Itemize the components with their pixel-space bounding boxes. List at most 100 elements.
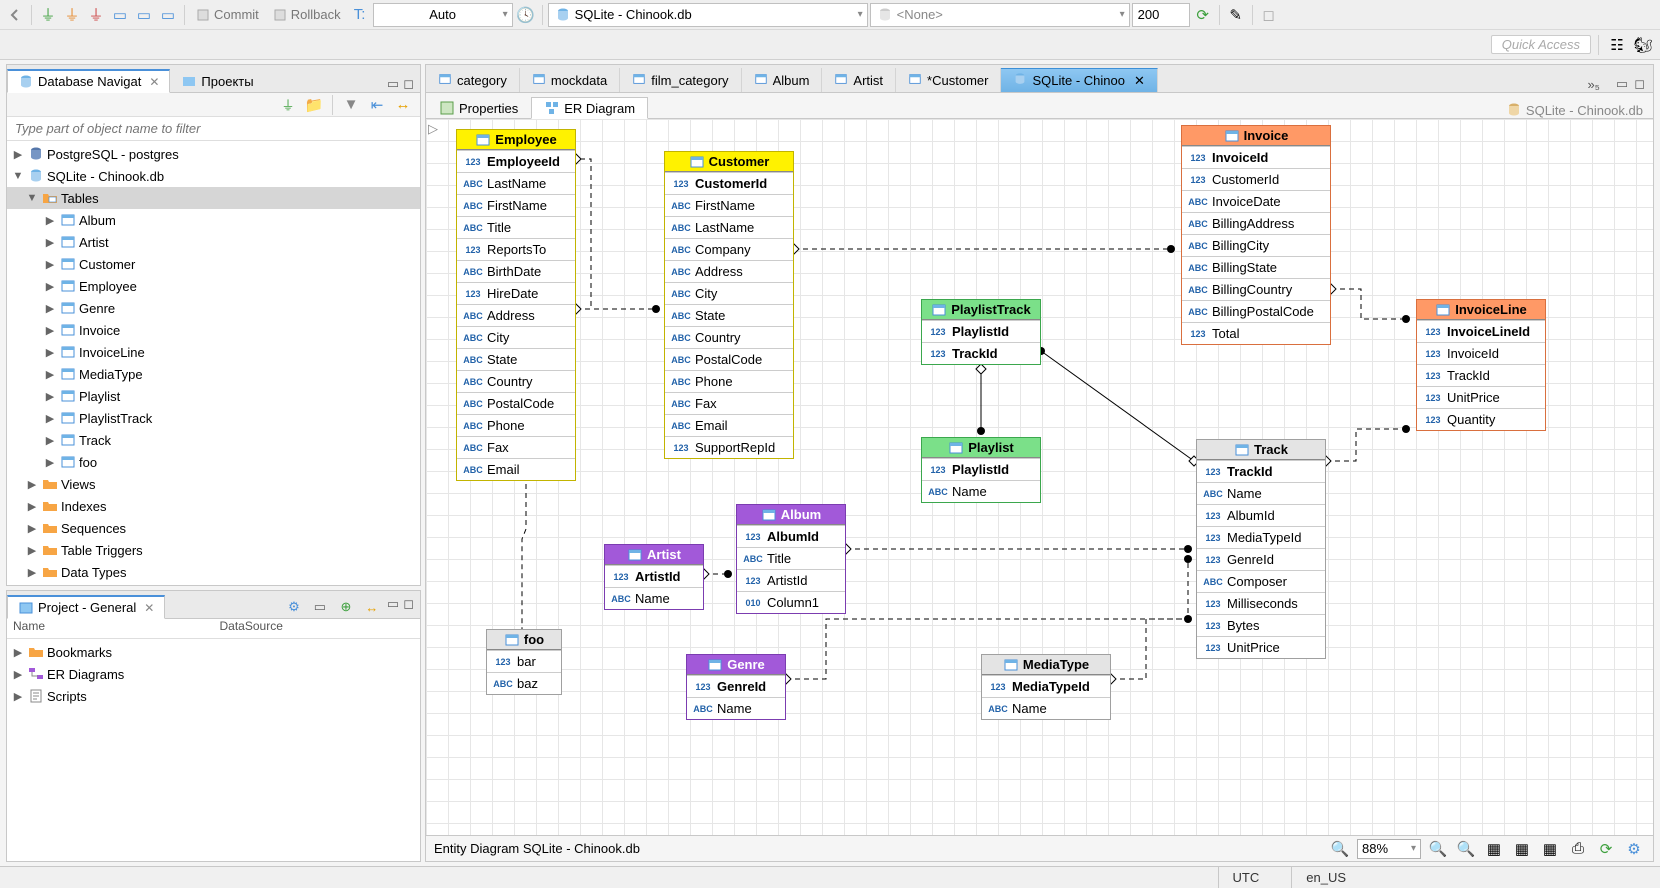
entity-column[interactable]: 123UnitPrice [1197,636,1325,658]
entity-invoiceline[interactable]: InvoiceLine123InvoiceLineId123InvoiceId1… [1416,299,1546,431]
entity-column[interactable]: 123SupportRepId [665,436,793,458]
refresh-icon[interactable]: ⟳ [1595,838,1617,860]
entity-column[interactable]: 010Column1 [737,591,845,613]
tree-node-track[interactable]: ▶Track [7,429,420,451]
subtab-er-diagram[interactable]: ER Diagram [531,97,648,119]
editor-tab--customer[interactable]: *Customer [896,68,1001,92]
caret-icon[interactable]: ▶ [43,434,57,447]
sql-editor-icon[interactable]: ▭ [109,4,131,26]
new-folder-icon[interactable]: 📁 [303,94,325,116]
entity-header[interactable]: Genre [687,655,785,675]
tab-project-general[interactable]: Project - General ✕ [7,595,165,619]
entity-column[interactable]: 123InvoiceLineId [1417,320,1545,342]
entity-column[interactable]: ABCPostalCode [665,348,793,370]
close-icon[interactable]: ✕ [144,601,154,615]
entity-invoice[interactable]: Invoice123InvoiceId123CustomerIdABCInvoi… [1181,125,1331,345]
entity-header[interactable]: Track [1197,440,1325,460]
tree-node-invoice[interactable]: ▶Invoice [7,319,420,341]
stop-icon[interactable]: ◻ [1258,4,1280,26]
caret-icon[interactable]: ▶ [11,148,25,161]
entity-column[interactable]: 123MediaTypeId [1197,526,1325,548]
caret-icon[interactable]: ▶ [25,544,39,557]
entity-column[interactable]: ABCBillingState [1182,256,1330,278]
tab-db-navigator[interactable]: Database Navigat ✕ [7,69,170,93]
caret-icon[interactable]: ▶ [25,566,39,579]
entity-column[interactable]: 123HireDate [457,282,575,304]
caret-icon[interactable]: ▼ [25,192,39,204]
editor-tab-album[interactable]: Album [742,68,823,92]
entity-column[interactable]: ABCPostalCode [457,392,575,414]
entity-column[interactable]: 123MediaTypeId [982,675,1110,697]
collapse-icon[interactable]: ⇤ [366,94,388,116]
project-node-scripts[interactable]: ▶Scripts [7,685,420,707]
link-icon[interactable]: ↔ [361,596,383,618]
maximize-icon[interactable]: ◻ [403,596,414,618]
entity-column[interactable]: ABCName [1197,482,1325,504]
zoom-select[interactable]: 88%▾ [1357,839,1421,859]
entity-album[interactable]: Album123AlbumIdABCTitle123ArtistId010Col… [736,504,846,614]
nav-back-icon[interactable] [4,4,26,26]
entity-column[interactable]: ABCTitle [737,547,845,569]
entity-column[interactable]: ABCEmail [665,414,793,436]
tree-node-album[interactable]: ▶Album [7,209,420,231]
close-icon[interactable]: ✕ [149,75,159,89]
maximize-icon[interactable]: ◻ [1634,76,1645,92]
minimize-icon[interactable]: ▭ [1616,76,1628,92]
entity-header[interactable]: PlaylistTrack [922,300,1040,320]
entity-column[interactable]: ABCFirstName [665,194,793,216]
entity-column[interactable]: 123ArtistId [737,569,845,591]
entity-artist[interactable]: Artist123ArtistIdABCName [604,544,704,610]
entity-column[interactable]: 123CustomerId [665,172,793,194]
entity-column[interactable]: 123UnitPrice [1417,386,1545,408]
caret-icon[interactable]: ▶ [25,500,39,513]
entity-column[interactable]: ABCCity [457,326,575,348]
history-icon[interactable]: 🕓 [515,4,537,26]
tree-node-data-types[interactable]: ▶Data Types [7,561,420,583]
entity-column[interactable]: 123EmployeeId [457,150,575,172]
layout-icon[interactable]: ▦ [1483,838,1505,860]
entity-column[interactable]: 123CustomerId [1182,168,1330,190]
entity-column[interactable]: 123ReportsTo [457,238,575,260]
entity-column[interactable]: ABCEmail [457,458,575,480]
entity-column[interactable]: ABCLastName [457,172,575,194]
entity-column[interactable]: ABCName [605,587,703,609]
tree-node-artist[interactable]: ▶Artist [7,231,420,253]
tree-node-customer[interactable]: ▶Customer [7,253,420,275]
entity-header[interactable]: Album [737,505,845,525]
entity-column[interactable]: ABCComposer [1197,570,1325,592]
tx-mode-select[interactable]: Auto▾ [373,3,513,27]
refresh-icon[interactable]: ⟳ [1192,4,1214,26]
tree-node-genre[interactable]: ▶Genre [7,297,420,319]
entity-column[interactable]: 123Bytes [1197,614,1325,636]
status-locale[interactable]: en_US [1291,867,1360,888]
perspective-dbeaver-icon[interactable]: ☷ [1606,34,1628,56]
snap-icon[interactable]: ▦ [1539,838,1561,860]
entity-track[interactable]: Track123TrackIdABCName123AlbumId123Media… [1196,439,1326,659]
plug-connect-orange-icon[interactable]: ⏚ [61,4,83,26]
editor-tab-category[interactable]: category [426,68,520,92]
entity-column[interactable]: ABCState [457,348,575,370]
gear-icon[interactable]: ⚙ [1623,838,1645,860]
schema-select[interactable]: <None>▾ [870,3,1130,27]
entity-column[interactable]: ABCAddress [665,260,793,282]
sql-editor-plus-icon[interactable]: ▭ [157,4,179,26]
filter-icon[interactable]: ▼ [340,94,362,116]
minimize-icon[interactable]: ▭ [387,596,399,618]
caret-icon[interactable]: ▶ [43,214,57,227]
entity-column[interactable]: 123TrackId [922,342,1040,364]
subtab-properties[interactable]: Properties [426,97,531,119]
entity-header[interactable]: Playlist [922,438,1040,458]
entity-column[interactable]: ABCTitle [457,216,575,238]
entity-playlist[interactable]: Playlist123PlaylistIdABCName [921,437,1041,503]
caret-icon[interactable]: ▶ [43,412,57,425]
entity-column[interactable]: 123TrackId [1417,364,1545,386]
zoom-in-icon[interactable]: 🔍 [1427,838,1449,860]
caret-icon[interactable]: ▶ [11,646,25,659]
tab-overflow[interactable]: »₅ [1579,77,1607,92]
entity-mediatype[interactable]: MediaType123MediaTypeIdABCName [981,654,1111,720]
entity-customer[interactable]: Customer123CustomerIdABCFirstNameABCLast… [664,151,794,459]
rows-limit-input[interactable] [1132,3,1190,27]
project-node-er-diagrams[interactable]: ▶ER Diagrams [7,663,420,685]
entity-column[interactable]: 123Total [1182,322,1330,344]
entity-column[interactable]: ABCName [687,697,785,719]
